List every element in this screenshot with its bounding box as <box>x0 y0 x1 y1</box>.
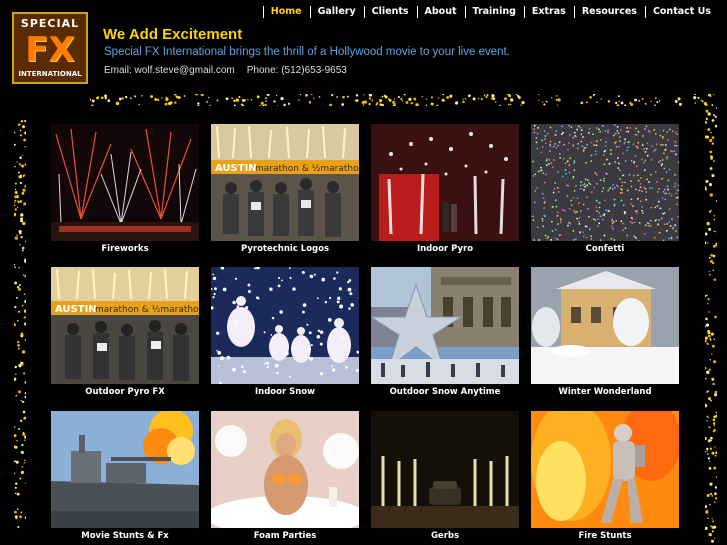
tile-caption: Fire Stunts <box>578 531 632 541</box>
tile-caption: Outdoor Pyro FX <box>85 387 165 397</box>
nav-contact-us[interactable]: Contact Us <box>644 6 719 18</box>
nav-gallery[interactable]: Gallery <box>309 6 364 18</box>
tile-caption: Indoor Pyro <box>416 244 474 254</box>
marathon-pyro-image: AUSTIN marathon & ½marathon <box>211 124 359 241</box>
gallery-tile-fireworks[interactable]: Fireworks <box>51 124 199 254</box>
indoor-pyro-image <box>371 124 519 241</box>
tile-caption: Indoor Snow <box>255 387 315 397</box>
tile-caption: Gerbs <box>430 531 460 541</box>
foam-party-image <box>211 411 359 528</box>
sparkle-border-left <box>14 120 26 528</box>
nav-resources[interactable]: Resources <box>573 6 645 18</box>
tile-caption: Fireworks <box>101 244 149 254</box>
tile-caption: Outdoor Snow Anytime <box>389 387 501 397</box>
tile-caption: Confetti <box>585 244 625 254</box>
gallery-tile-outdoor-pyro-fx[interactable]: AUSTIN marathon & ½marathon Outdoor Pyro… <box>51 267 199 397</box>
svg-text:marathon & ½marathon: marathon & ½marathon <box>255 164 359 174</box>
star-monument-image <box>371 267 519 384</box>
email-text[interactable]: Email: wolf.steve@gmail.com <box>104 65 235 76</box>
gallery-tile-indoor-snow[interactable]: Indoor Snow <box>211 267 359 397</box>
sparkle-border-top <box>90 94 715 106</box>
page-headline: We Add Excitement <box>103 26 243 43</box>
gerbs-image <box>371 411 519 528</box>
main-nav: Home Gallery Clients About Training Extr… <box>262 6 719 18</box>
marathon-runners-image: AUSTIN marathon & ½marathon <box>51 267 199 384</box>
nav-training[interactable]: Training <box>464 6 524 18</box>
tile-caption: Movie Stunts & Fx <box>81 531 169 541</box>
contact-info: Email: wolf.steve@gmail.com Phone: (512)6… <box>104 65 347 76</box>
phone-text: Phone: (512)653-9653 <box>246 65 347 76</box>
gallery-tile-movie-stunts[interactable]: Movie Stunts & Fx <box>51 411 199 541</box>
svg-text:AUSTIN: AUSTIN <box>215 163 257 174</box>
tile-caption: Pyrotechnic Logos <box>240 244 330 254</box>
fire-stunt-image <box>531 411 679 528</box>
nav-home[interactable]: Home <box>262 6 310 18</box>
sparkle-border-right <box>705 104 717 543</box>
fireworks-image <box>51 124 199 241</box>
snowy-house-image <box>531 267 679 384</box>
site-logo[interactable]: SPECIAL FX INTERNATIONAL <box>12 12 88 84</box>
gallery-tile-indoor-pyro[interactable]: Indoor Pyro <box>371 124 519 254</box>
nav-about[interactable]: About <box>416 6 465 18</box>
gallery-tile-fire-stunts[interactable]: Fire Stunts <box>531 411 679 541</box>
logo-text-top: SPECIAL <box>20 17 80 30</box>
gallery-tile-pyrotechnic-logos[interactable]: AUSTIN marathon & ½marathon Pyrotechnic … <box>211 124 359 254</box>
tile-caption: Winter Wonderland <box>558 387 652 397</box>
nav-extras[interactable]: Extras <box>523 6 574 18</box>
nav-clients[interactable]: Clients <box>363 6 417 18</box>
ballet-snow-image <box>211 267 359 384</box>
gallery-tile-foam-parties[interactable]: Foam Parties <box>211 411 359 541</box>
tile-caption: Foam Parties <box>253 531 317 541</box>
page-tagline: Special FX International brings the thri… <box>104 46 510 58</box>
svg-text:marathon & ½marathon: marathon & ½marathon <box>95 305 199 315</box>
svg-text:AUSTIN: AUSTIN <box>55 304 97 315</box>
battleship-explosion-image <box>51 411 199 528</box>
gallery-tile-outdoor-snow-anytime[interactable]: Outdoor Snow Anytime <box>371 267 519 397</box>
gallery-tile-winter-wonderland[interactable]: Winter Wonderland <box>531 267 679 397</box>
logo-text-bottom: INTERNATIONAL <box>18 70 82 78</box>
gallery-tile-gerbs[interactable]: Gerbs <box>371 411 519 541</box>
logo-text-fx: FX <box>25 30 75 70</box>
gallery-tile-confetti[interactable]: Confetti <box>531 124 679 254</box>
confetti-image <box>531 124 679 241</box>
